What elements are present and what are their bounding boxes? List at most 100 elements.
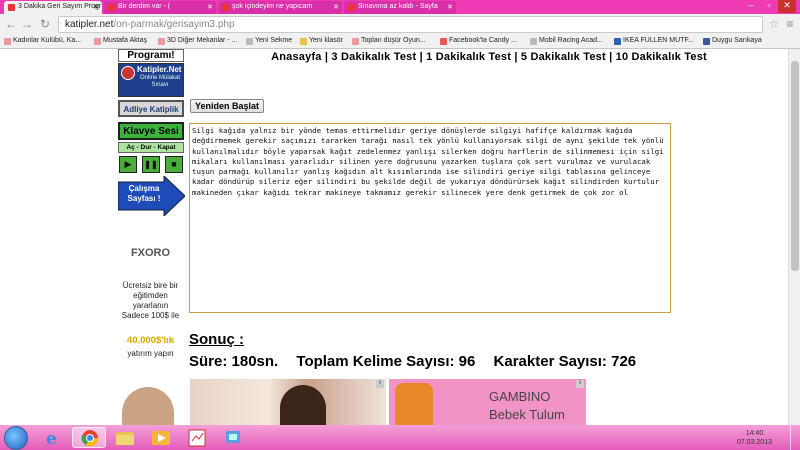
ad-cta: yatırım yapın (127, 349, 174, 358)
ad-photo[interactable]: i (190, 379, 386, 425)
bookmark-icon (94, 38, 101, 45)
windows-taskbar: e 14:40 07.03.2013 (0, 425, 800, 450)
gambino-product: Bebek Tulum (489, 407, 565, 422)
window-close-icon[interactable]: ✕ (778, 0, 796, 13)
app-taskbar-icon[interactable] (180, 427, 214, 448)
calisma-label: Çalışma Sayfası ! (127, 184, 161, 203)
back-icon[interactable]: ← (4, 17, 18, 31)
nav-anasayfa[interactable]: Anasayfa (271, 51, 322, 63)
bookmark-icon (530, 38, 537, 45)
bookmark-item[interactable]: Toplan düşür Oyun... (352, 37, 426, 45)
nav-1-dakikalik[interactable]: 1 Dakikalık Test (426, 51, 511, 63)
bookmark-item[interactable]: Duygu Sarıkaya (703, 37, 762, 45)
word-count-stat: Toplam Kelime Sayısı: 96 (296, 353, 476, 370)
url-bar[interactable]: katipler.net/on-parmak/gerisayim3.php (58, 16, 763, 33)
restart-button[interactable]: Yeniden Başlat (190, 99, 265, 113)
seal-icon (121, 66, 135, 80)
page-scrollbar[interactable] (788, 49, 800, 425)
top-nav: Anasayfa | 3 Dakikalık Test | 1 Dakikalı… (271, 51, 707, 63)
tab[interactable]: Sınavıma az kaldı - Sayfa ✕ (344, 1, 456, 14)
nav-3-dakikalik[interactable]: 3 Dakikalık Test (331, 51, 416, 63)
ad-info-icon[interactable]: i (576, 380, 584, 388)
bookmark-icon (352, 38, 359, 45)
fxoro-ad[interactable]: FXORO Ücretsiz bire bir eğitimden yararl… (118, 229, 183, 425)
favicon-icon (222, 4, 229, 11)
results-heading: Sonuç : (189, 331, 244, 348)
typing-textarea[interactable]: Silgi kağıda yalnız bir yönde temas etti… (189, 123, 671, 313)
favicon-icon (108, 4, 115, 11)
tab[interactable]: şok içindeyim ne yapıcam ✕ (218, 1, 342, 14)
nav-10-dakikalik[interactable]: 10 Dakikalık Test (616, 51, 707, 63)
media-player-taskbar-icon[interactable] (144, 427, 178, 448)
bookmark-item[interactable]: Facebook'ta Candy ... (440, 37, 517, 45)
menu-icon[interactable]: ≡ (783, 17, 797, 31)
pause-icon[interactable]: ❚❚ (142, 156, 160, 173)
play-icon[interactable]: ▶ (119, 156, 137, 173)
tab-active[interactable]: 3 Dakika Geri Sayım Progr ✕ (4, 1, 102, 14)
url-domain: katipler.net (65, 19, 114, 30)
chrome-taskbar-icon[interactable] (72, 427, 106, 448)
bookmark-item[interactable]: Yeni klasör (300, 37, 343, 45)
katipler-logo[interactable]: Katipler.Net Online Mülakat Sınavı (118, 63, 184, 97)
tab-title: şok içindeyim ne yapıcam (232, 3, 313, 10)
bookmark-item[interactable]: Mobil Racing Acad... (530, 37, 603, 45)
show-desktop-button[interactable] (790, 425, 800, 450)
ad-text: Ücretsiz bire bir eğitimden yararlanın S… (121, 281, 180, 320)
ad-amount: 40.000$'lık (126, 335, 175, 346)
bookmark-item[interactable]: Mustafa Aktaş (94, 37, 147, 45)
tab-title: Bir derdim var - ( (118, 3, 171, 10)
online-label: Online Mülakat Sınavı (139, 75, 181, 88)
bookmark-item[interactable]: Yeni Sekme (246, 37, 292, 45)
ad-person-image (280, 385, 326, 425)
ad-info-icon[interactable]: i (376, 380, 384, 388)
nav-5-dakikalik[interactable]: 5 Dakikalık Test (521, 51, 606, 63)
ie-taskbar-icon[interactable]: e (36, 427, 70, 449)
start-button[interactable] (4, 426, 28, 450)
browser-chrome: 3 Dakika Geri Sayım Progr ✕ Bir derdim v… (0, 0, 800, 49)
katipler-logo-text: Katipler.Net (137, 65, 182, 74)
bookmark-item[interactable]: 3D Diğer Mekanlar - ... (158, 37, 237, 45)
gambino-ad[interactable]: GAMBINO Bebek Tulum i (389, 379, 586, 425)
scrollbar-thumb[interactable] (791, 61, 799, 271)
gambino-brand: GAMBINO (489, 389, 551, 404)
tab-strip: 3 Dakika Geri Sayım Progr ✕ Bir derdim v… (0, 0, 800, 14)
calisma-button[interactable]: Çalışma Sayfası ! (117, 174, 186, 218)
adliye-button[interactable]: Adliye Katiplik (118, 100, 184, 117)
maximize-icon[interactable]: ▫ (760, 0, 778, 13)
page-content: Programı! Katipler.Net Online Mülakat Sı… (0, 49, 800, 425)
forward-icon[interactable]: → (20, 17, 34, 31)
address-bar-row: ← → ↻ katipler.net/on-parmak/gerisayim3.… (0, 14, 800, 35)
results-stats: Süre: 180sn. Toplam Kelime Sayısı: 96 Ka… (189, 353, 650, 370)
svg-text:e: e (46, 429, 57, 448)
bookmark-icon (246, 38, 253, 45)
taskbar-clock[interactable]: 14:40 07.03.2013 (737, 429, 772, 447)
bookmark-icon (614, 38, 621, 45)
program-label: Programı! (118, 49, 184, 62)
tab[interactable]: Bir derdim var - ( ✕ (104, 1, 216, 14)
tab-title: 3 Dakika Geri Sayım Progr (18, 3, 102, 10)
tiger-costume-image (395, 383, 433, 425)
favicon-icon (8, 4, 15, 11)
ad-person-image (122, 387, 174, 425)
klavye-sesi-button[interactable]: Klavye Sesi (118, 122, 184, 140)
close-icon[interactable]: ✕ (333, 3, 339, 11)
reload-icon[interactable]: ↻ (38, 17, 52, 31)
duration-stat: Süre: 180sn. (189, 353, 279, 370)
stop-icon[interactable]: ■ (165, 156, 183, 173)
facebook-icon (703, 38, 710, 45)
close-icon[interactable]: ✕ (93, 3, 99, 11)
minimize-icon[interactable]: – (742, 0, 760, 13)
folder-icon (300, 38, 307, 45)
close-icon[interactable]: ✕ (447, 3, 453, 11)
network-app-taskbar-icon[interactable] (216, 427, 250, 448)
fxoro-logo: FXORO (130, 247, 171, 259)
explorer-taskbar-icon[interactable] (108, 427, 142, 448)
tab-title: Sınavıma az kaldı - Sayfa (358, 3, 438, 10)
star-icon[interactable]: ☆ (767, 17, 781, 31)
bookmarks-bar: Kadınlar Kulübü, Ka... Mustafa Aktaş 3D … (0, 35, 800, 49)
bookmark-item[interactable]: Kadınlar Kulübü, Ka... (4, 37, 81, 45)
bookmark-icon (440, 38, 447, 45)
char-count-stat: Karakter Sayısı: 726 (493, 353, 637, 370)
close-icon[interactable]: ✕ (207, 3, 213, 11)
bookmark-item[interactable]: IKEA FULLEN MUTF... (614, 37, 694, 45)
